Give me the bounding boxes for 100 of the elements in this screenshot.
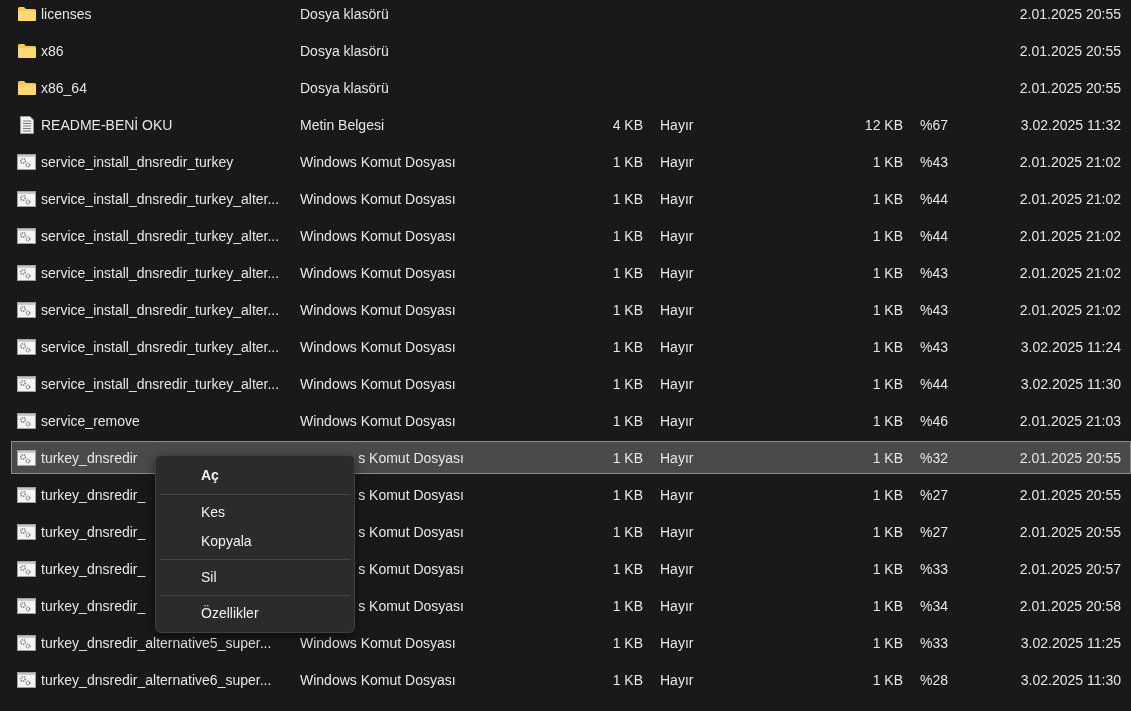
compressed-size: 1 KB [871, 559, 903, 578]
document-icon [19, 115, 34, 134]
compressed-size: 1 KB [871, 300, 903, 319]
gear-window-icon [17, 338, 36, 355]
compression-ratio: %43 [919, 152, 950, 171]
file-type: Windows Komut Dosyası [300, 152, 457, 171]
file-name[interactable]: README-BENİ OKU [41, 115, 300, 134]
file-name[interactable]: service_install_dnsredir_turkey_alter... [41, 189, 300, 208]
modified-date: 2.01.2025 21:03 [1018, 411, 1121, 430]
modified-date: 2.01.2025 20:57 [1018, 559, 1121, 578]
file-type: s Komut Dosyası [357, 596, 464, 615]
compressed-label: Hayır [659, 522, 695, 541]
gear-window-icon [17, 597, 36, 614]
gear-window-icon [17, 671, 36, 688]
file-type: Windows Komut Dosyası [300, 411, 457, 430]
file-name[interactable]: service_install_dnsredir_turkey [41, 152, 300, 171]
file-type: Windows Komut Dosyası [300, 263, 457, 282]
modified-date: 2.01.2025 21:02 [1018, 300, 1121, 319]
compressed-label: Hayır [659, 263, 695, 282]
file-name[interactable]: service_install_dnsredir_turkey_alter... [41, 263, 300, 282]
file-size: 1 KB [611, 300, 643, 319]
compressed-size: 1 KB [871, 189, 903, 208]
modified-date: 3.02.2025 11:24 [1019, 337, 1121, 356]
file-type: s Komut Dosyası [357, 559, 464, 578]
file-type: Windows Komut Dosyası [300, 374, 457, 393]
compressed-label: Hayır [659, 337, 695, 356]
modified-date: 2.01.2025 21:02 [1018, 263, 1121, 282]
compression-ratio: %28 [919, 670, 950, 689]
file-name[interactable]: service_install_dnsredir_turkey_alter... [41, 337, 300, 356]
file-size: 1 KB [611, 485, 643, 504]
modified-date: 2.01.2025 21:02 [1018, 152, 1121, 171]
file-name[interactable]: service_remove [41, 411, 300, 430]
file-size: 1 KB [611, 670, 643, 689]
gear-window-icon [17, 153, 36, 170]
file-type: Dosya klasörü [300, 4, 390, 23]
compressed-label: Hayır [659, 300, 695, 319]
menu-item[interactable]: Kes [160, 498, 350, 527]
file-type: s Komut Dosyası [357, 522, 464, 541]
modified-date: 3.02.2025 11:32 [1019, 115, 1121, 134]
compressed-size: 1 KB [871, 226, 903, 245]
file-type: Dosya klasörü [300, 41, 390, 60]
compression-ratio: %27 [919, 522, 950, 541]
modified-date: 2.01.2025 20:55 [1018, 522, 1121, 541]
file-type: Windows Komut Dosyası [300, 633, 457, 652]
modified-date: 3.02.2025 11:25 [1019, 633, 1121, 652]
file-name[interactable]: service_install_dnsredir_turkey_alter... [41, 226, 300, 245]
file-size: 1 KB [611, 374, 643, 393]
compression-ratio: %44 [919, 189, 950, 208]
compressed-size: 1 KB [871, 263, 903, 282]
gear-window-icon [17, 486, 36, 503]
compressed-label: Hayır [659, 411, 695, 430]
compression-ratio: %33 [919, 633, 950, 652]
file-name[interactable]: service_install_dnsredir_turkey_alter... [41, 300, 300, 319]
compressed-label: Hayır [659, 152, 695, 171]
compressed-size: 1 KB [871, 670, 903, 689]
compressed-size: 1 KB [871, 485, 903, 504]
modified-date: 2.01.2025 20:55 [1018, 41, 1121, 60]
file-type: s Komut Dosyası [357, 448, 464, 467]
gear-window-icon [17, 412, 36, 429]
gear-window-icon [17, 375, 36, 392]
menu-item[interactable]: Sil [160, 563, 350, 592]
modified-date: 2.01.2025 20:55 [1018, 4, 1121, 23]
file-size: 1 KB [611, 448, 643, 467]
compressed-size: 12 KB [863, 115, 903, 134]
modified-date: 2.01.2025 21:02 [1018, 189, 1121, 208]
compressed-size: 1 KB [871, 596, 903, 615]
modified-date: 3.02.2025 11:30 [1019, 374, 1121, 393]
file-name[interactable]: x86_64 [41, 78, 300, 97]
folder-icon [17, 43, 36, 58]
compressed-size: 1 KB [871, 633, 903, 652]
file-size: 1 KB [611, 559, 643, 578]
menu-item[interactable]: Kopyala [160, 527, 350, 556]
file-name[interactable]: service_install_dnsredir_turkey_alter... [41, 374, 300, 393]
compressed-label: Hayır [659, 633, 695, 652]
file-size: 4 KB [611, 115, 643, 134]
compression-ratio: %43 [919, 300, 950, 319]
file-type: s Komut Dosyası [357, 485, 464, 504]
compression-ratio: %44 [919, 226, 950, 245]
compressed-size: 1 KB [871, 448, 903, 467]
compressed-size: 1 KB [871, 152, 903, 171]
file-size: 1 KB [611, 152, 643, 171]
compression-ratio: %46 [919, 411, 950, 430]
compression-ratio: %27 [919, 485, 950, 504]
file-name[interactable]: turkey_dnsredir_alternative5_super... [41, 633, 300, 652]
menu-item[interactable]: Özellikler [160, 599, 350, 628]
modified-date: 2.01.2025 20:58 [1018, 596, 1121, 615]
compressed-label: Hayır [659, 559, 695, 578]
compressed-label: Hayır [659, 115, 695, 134]
compression-ratio: %43 [919, 337, 950, 356]
file-name[interactable]: turkey_dnsredir_alternative6_super... [41, 670, 300, 689]
file-type: Windows Komut Dosyası [300, 300, 457, 319]
modified-date: 3.02.2025 11:30 [1019, 670, 1121, 689]
file-type: Metin Belgesi [300, 115, 386, 134]
gear-window-icon [17, 449, 36, 466]
modified-date: 2.01.2025 20:55 [1018, 448, 1121, 467]
file-type: Windows Komut Dosyası [300, 226, 457, 245]
file-name[interactable]: licenses [41, 4, 300, 23]
compression-ratio: %33 [919, 559, 950, 578]
file-name[interactable]: x86 [41, 41, 300, 60]
compressed-label: Hayır [659, 670, 695, 689]
